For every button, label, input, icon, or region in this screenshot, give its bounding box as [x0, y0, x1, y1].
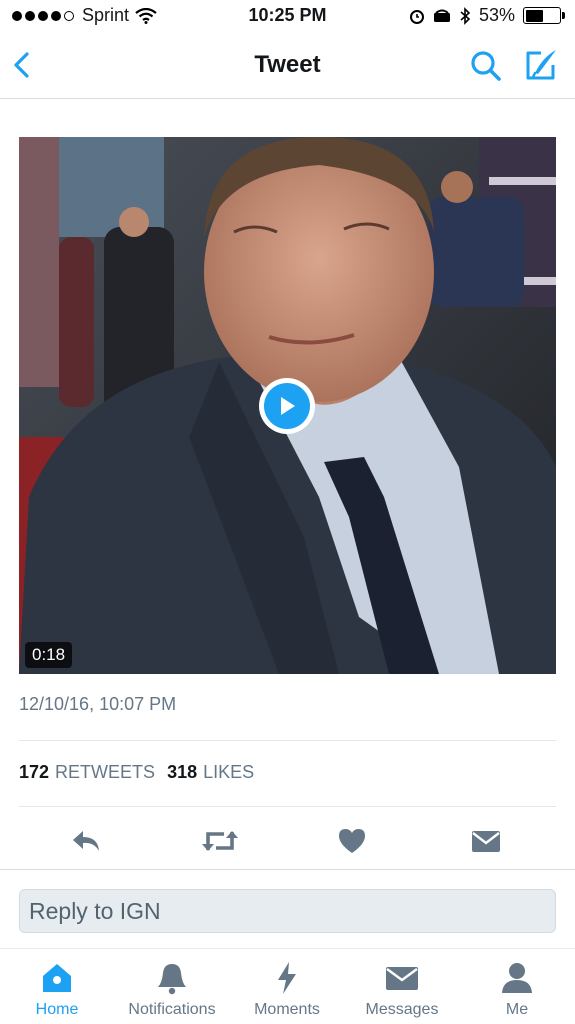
divider — [19, 740, 556, 741]
play-icon — [264, 383, 310, 429]
tweet-timestamp: 12/10/16, 10:07 PM — [19, 694, 177, 714]
battery-icon — [523, 7, 565, 24]
retweets-label[interactable]: RETWEETS — [55, 762, 155, 783]
person-icon — [502, 963, 532, 993]
battery-level — [525, 9, 543, 22]
tab-label: Me — [505, 1001, 529, 1018]
tab-label: Notifications — [128, 1001, 216, 1018]
likes-count[interactable]: 318 — [167, 762, 197, 783]
video-player[interactable]: 0:18 — [19, 137, 556, 674]
play-button[interactable] — [259, 378, 315, 434]
compose-icon[interactable] — [523, 47, 559, 83]
status-icons: 53% — [409, 5, 565, 26]
direct-message-icon[interactable] — [470, 826, 502, 856]
tty-icon — [433, 9, 450, 22]
lightning-icon — [278, 962, 296, 994]
tweet-stats: 172 RETWEETS 318 LIKES — [19, 762, 260, 783]
retweet-icon[interactable] — [201, 826, 239, 856]
bluetooth-icon — [460, 6, 471, 25]
like-icon[interactable] — [337, 826, 367, 856]
bell-icon — [158, 964, 186, 995]
nav-bar: Tweet — [0, 32, 575, 99]
tab-label: Home — [35, 1001, 79, 1018]
tab-home[interactable]: Home — [2, 961, 112, 1019]
tab-moments[interactable]: Moments — [232, 961, 342, 1019]
video-duration: 0:18 — [25, 642, 73, 668]
envelope-icon — [386, 967, 418, 990]
tab-label: Moments — [254, 1001, 320, 1018]
divider — [19, 806, 556, 807]
search-icon[interactable] — [469, 49, 503, 83]
battery-percent: 53% — [478, 5, 515, 25]
status-bar: Sprint 10:25 PM 53% — [0, 0, 575, 32]
tab-label: Messages — [365, 1001, 439, 1018]
retweets-count[interactable]: 172 — [19, 762, 49, 783]
reply-box[interactable] — [19, 889, 556, 933]
home-icon — [43, 964, 71, 992]
divider — [0, 869, 575, 870]
tab-bar: Home Notifications Moments Messages Me — [0, 948, 575, 1024]
alarm-icon — [409, 9, 424, 24]
reply-input[interactable] — [20, 890, 555, 932]
tweet-actions — [0, 818, 575, 864]
tab-messages[interactable]: Messages — [347, 961, 457, 1019]
tab-me[interactable]: Me — [462, 961, 572, 1019]
tab-notifications[interactable]: Notifications — [117, 961, 227, 1019]
likes-label[interactable]: LIKES — [203, 762, 254, 783]
reply-icon[interactable] — [70, 826, 102, 856]
